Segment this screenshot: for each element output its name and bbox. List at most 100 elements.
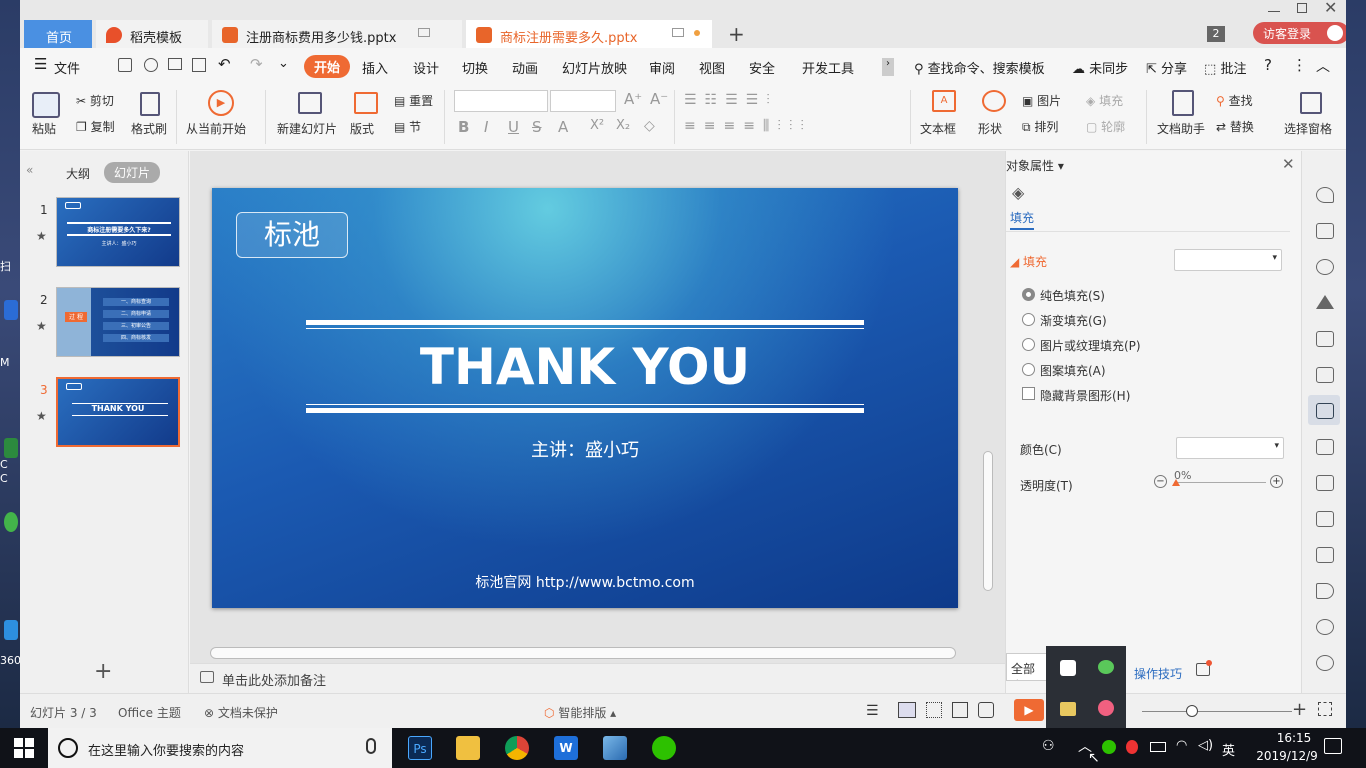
tab-fill[interactable]: 填充 xyxy=(1010,209,1035,230)
menu-security[interactable]: 安全 xyxy=(749,58,775,77)
shape-icon[interactable] xyxy=(1316,259,1334,275)
menu-insert[interactable]: 插入 xyxy=(362,58,388,77)
superscript-icon[interactable]: X² xyxy=(590,118,604,133)
menu-switch[interactable]: 切换 xyxy=(462,58,488,77)
menu-devtools[interactable]: 开发工具 xyxy=(802,58,854,77)
reset-button[interactable]: ▤ 重置 xyxy=(394,92,433,109)
select-pane-icon[interactable] xyxy=(1300,92,1322,114)
theme-name[interactable]: Office 主题 xyxy=(118,704,181,721)
history-icon[interactable] xyxy=(1316,655,1334,671)
shrink-font-icon[interactable]: A⁻ xyxy=(650,90,668,108)
radio-picture-label[interactable]: 图片或纹理填充(P) xyxy=(1040,337,1141,354)
section-button[interactable]: ▤ 节 xyxy=(394,118,421,135)
reading-view-icon[interactable] xyxy=(952,702,968,718)
close-panel-icon[interactable]: ✕ xyxy=(1282,155,1295,173)
paragraph-tools-row1[interactable]: ☰☷☰☰⫶ xyxy=(684,92,778,108)
tab-home[interactable]: 首页 xyxy=(24,20,92,48)
slide-thumbnail-1[interactable]: 商标注册需要多久下来? 主讲人：盛小巧 xyxy=(56,197,180,267)
smart-layout-button[interactable]: ⬡ 智能排版 ▴ xyxy=(544,704,616,721)
sliders-icon[interactable] xyxy=(1316,403,1334,419)
tray-security-icon[interactable] xyxy=(1060,660,1076,676)
tray-wechat-icon[interactable] xyxy=(1098,660,1114,674)
battery-icon[interactable] xyxy=(1150,742,1166,752)
radio-pattern[interactable] xyxy=(1022,363,1035,376)
more-tabs-icon[interactable]: › xyxy=(882,58,894,76)
desktop-icon[interactable] xyxy=(4,438,18,458)
slide-logo[interactable]: 标池 xyxy=(236,212,348,258)
props-header[interactable]: 对象属性 ▾ xyxy=(1006,157,1064,174)
tray-360-icon[interactable] xyxy=(1102,740,1116,754)
italic-icon[interactable]: I xyxy=(484,118,488,136)
radio-gradient[interactable] xyxy=(1022,313,1035,326)
photo-icon[interactable] xyxy=(1316,439,1334,455)
font-color-icon[interactable]: A xyxy=(558,118,568,136)
fill-section-toggle[interactable]: ◢ 填充 xyxy=(1010,253,1047,270)
collapse-panel-icon[interactable]: « xyxy=(26,163,33,177)
cut-button[interactable]: ✂ 剪切 xyxy=(76,92,114,109)
zoom-in-icon[interactable]: + xyxy=(1292,699,1307,720)
chart-icon[interactable] xyxy=(1316,367,1334,383)
select-pane-button[interactable]: 选择窗格 xyxy=(1284,120,1342,137)
menu-start[interactable]: 开始 xyxy=(304,55,351,78)
horizontal-scrollbar[interactable] xyxy=(210,647,956,659)
desktop-icon[interactable] xyxy=(4,300,18,320)
save-icon[interactable] xyxy=(118,58,132,72)
from-current-button[interactable]: 从当前开始 xyxy=(186,120,246,137)
copy-button[interactable]: ❐ 复制 xyxy=(76,118,115,135)
clock-date[interactable]: 2019/12/9 xyxy=(1248,749,1326,763)
font-family-select[interactable] xyxy=(454,90,548,112)
new-slide-button[interactable]: 新建幻灯片 xyxy=(277,120,337,137)
menu-review[interactable]: 审阅 xyxy=(649,58,675,77)
taskbar-search-box[interactable]: 在这里输入你要搜索的内容 xyxy=(48,728,392,768)
hamburger-icon[interactable]: ☰ xyxy=(34,55,47,73)
format-painter-button[interactable]: 格式刷 xyxy=(131,120,167,137)
tab-slides[interactable]: 幻灯片 xyxy=(104,162,161,183)
zoom-slider[interactable] xyxy=(1142,711,1292,712)
vertical-scrollbar[interactable] xyxy=(983,451,993,591)
menu-file[interactable]: 文件 xyxy=(54,58,80,77)
wifi-icon[interactable]: ◠ xyxy=(1176,738,1187,753)
search-commands[interactable]: ⚲ 查找命令、搜索模板 xyxy=(914,58,1045,77)
tips-link[interactable]: 操作技巧 xyxy=(1134,665,1182,682)
print-icon[interactable] xyxy=(168,58,182,70)
shape-icon[interactable] xyxy=(982,90,1006,112)
transparency-slider[interactable] xyxy=(1174,482,1266,483)
find-button[interactable]: ⚲ 查找 xyxy=(1216,92,1253,109)
fit-window-icon[interactable] xyxy=(1318,702,1332,716)
fill-button[interactable]: ◈ 填充 xyxy=(1086,92,1123,109)
close-icon[interactable]: ✕ xyxy=(1324,0,1337,17)
new-slide-icon[interactable] xyxy=(298,92,322,114)
login-button[interactable]: 访客登录 xyxy=(1253,22,1346,44)
more-icon[interactable]: ⋮ xyxy=(1292,56,1307,74)
increase-icon[interactable]: + xyxy=(1270,475,1283,488)
doc-helper-button[interactable]: 文档助手 xyxy=(1157,120,1205,137)
clear-format-icon[interactable]: ◇ xyxy=(644,118,655,134)
font-size-select[interactable] xyxy=(550,90,616,112)
image-icon[interactable] xyxy=(1316,547,1334,563)
radio-solid[interactable] xyxy=(1022,288,1035,301)
paste-icon[interactable] xyxy=(32,92,60,118)
ime-indicator[interactable]: 英 xyxy=(1222,740,1235,759)
notes-bar[interactable]: 单击此处添加备注 xyxy=(190,663,1005,693)
replace-button[interactable]: ⇄ 替换 xyxy=(1216,118,1254,135)
slide-presenter[interactable]: 主讲：盛小巧 xyxy=(306,436,864,462)
play-icon[interactable]: ▶ xyxy=(208,90,234,116)
paste-button[interactable]: 粘贴 xyxy=(32,120,56,137)
volume-icon[interactable]: ◁) xyxy=(1198,738,1213,753)
notes-toggle-icon[interactable]: ☰ xyxy=(866,703,879,719)
radio-picture[interactable] xyxy=(1022,338,1035,351)
format-painter-icon[interactable] xyxy=(140,92,160,116)
tab-outline[interactable]: 大纲 xyxy=(66,165,90,182)
maximize-icon[interactable] xyxy=(1297,3,1307,13)
textbox-button[interactable]: 文本框 xyxy=(920,120,956,137)
tray-folder-icon[interactable] xyxy=(1060,702,1076,716)
tray-flower-icon[interactable] xyxy=(1098,700,1114,716)
textbox-icon[interactable]: A xyxy=(932,90,956,112)
picture-button[interactable]: ▣ 图片 xyxy=(1022,92,1061,109)
protect-status[interactable]: ⊗ 文档未保护 xyxy=(204,704,278,721)
radio-gradient-label[interactable]: 渐变填充(G) xyxy=(1040,312,1107,329)
quick-icon[interactable] xyxy=(144,58,158,72)
minimize-icon[interactable] xyxy=(1268,0,1280,12)
help-icon[interactable]: ? xyxy=(1264,56,1272,74)
sorter-view-icon[interactable] xyxy=(926,702,942,718)
